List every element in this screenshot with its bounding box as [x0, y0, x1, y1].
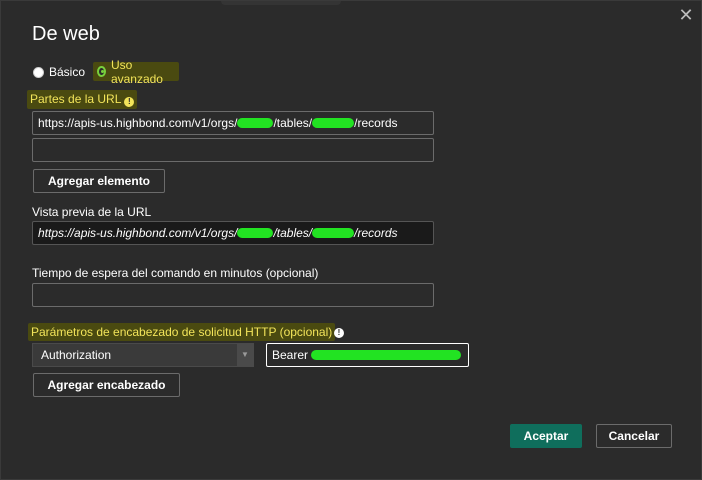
radio-basic-circle [33, 66, 44, 78]
chevron-down-icon: ▼ [237, 344, 253, 366]
close-icon[interactable]: ✕ [677, 6, 695, 24]
redacted-table-id [312, 118, 355, 128]
header-key-select[interactable]: Authorization ▼ [32, 343, 254, 367]
web-dialog: De web ✕ Básico Uso avanzado Partes de l… [0, 0, 702, 480]
url-preview-middle: /tables/ [273, 226, 313, 240]
url-parts-label: Partes de la URL! [27, 90, 138, 109]
radio-basic-label: Básico [49, 65, 86, 79]
timeout-input[interactable] [32, 283, 434, 307]
radio-basic[interactable]: Básico [33, 62, 85, 82]
redacted-org-id [237, 228, 274, 238]
timeout-label: Tiempo de espera del comando en minutos … [32, 266, 319, 280]
title-bar-strip [221, 1, 341, 5]
add-element-button[interactable]: Agregar elemento [33, 169, 165, 193]
url-preview-suffix: /records [354, 226, 398, 240]
dialog-title: De web [32, 23, 100, 45]
url-part-1-input[interactable]: https://apis-us.highbond.com/v1/orgs/ /ta… [32, 111, 434, 135]
info-icon: ! [124, 97, 135, 107]
url-part-1-prefix: https://apis-us.highbond.com/v1/orgs/ [38, 116, 238, 130]
url-part-1-suffix: /records [354, 116, 398, 130]
http-headers-label: Parámetros de encabezado de solicitud HT… [28, 323, 336, 341]
radio-advanced-label: Uso avanzado [110, 57, 163, 86]
add-header-button[interactable]: Agregar encabezado [33, 373, 180, 397]
cancel-button[interactable]: Cancelar [596, 424, 672, 448]
radio-advanced-circle [97, 66, 106, 77]
redacted-org-id [237, 118, 274, 128]
accept-button[interactable]: Aceptar [510, 424, 582, 448]
url-part-1-middle: /tables/ [273, 116, 313, 130]
url-parts-label-text: Partes de la URL [30, 92, 122, 106]
url-preview-label: Vista previa de la URL [32, 205, 152, 219]
redacted-token [311, 350, 462, 360]
header-value-input[interactable]: Bearer [266, 343, 469, 367]
redacted-table-id [312, 228, 355, 238]
url-preview-field: https://apis-us.highbond.com/v1/orgs/ /ta… [32, 221, 434, 245]
http-headers-label-text: Parámetros de encabezado de solicitud HT… [31, 325, 333, 339]
url-preview-prefix: https://apis-us.highbond.com/v1/orgs/ [38, 226, 238, 240]
header-value-prefix: Bearer [272, 348, 312, 362]
url-part-2-input[interactable] [32, 138, 434, 162]
header-key-value: Authorization [41, 348, 112, 362]
radio-advanced[interactable]: Uso avanzado [93, 58, 180, 86]
info-icon: ! [334, 328, 344, 338]
